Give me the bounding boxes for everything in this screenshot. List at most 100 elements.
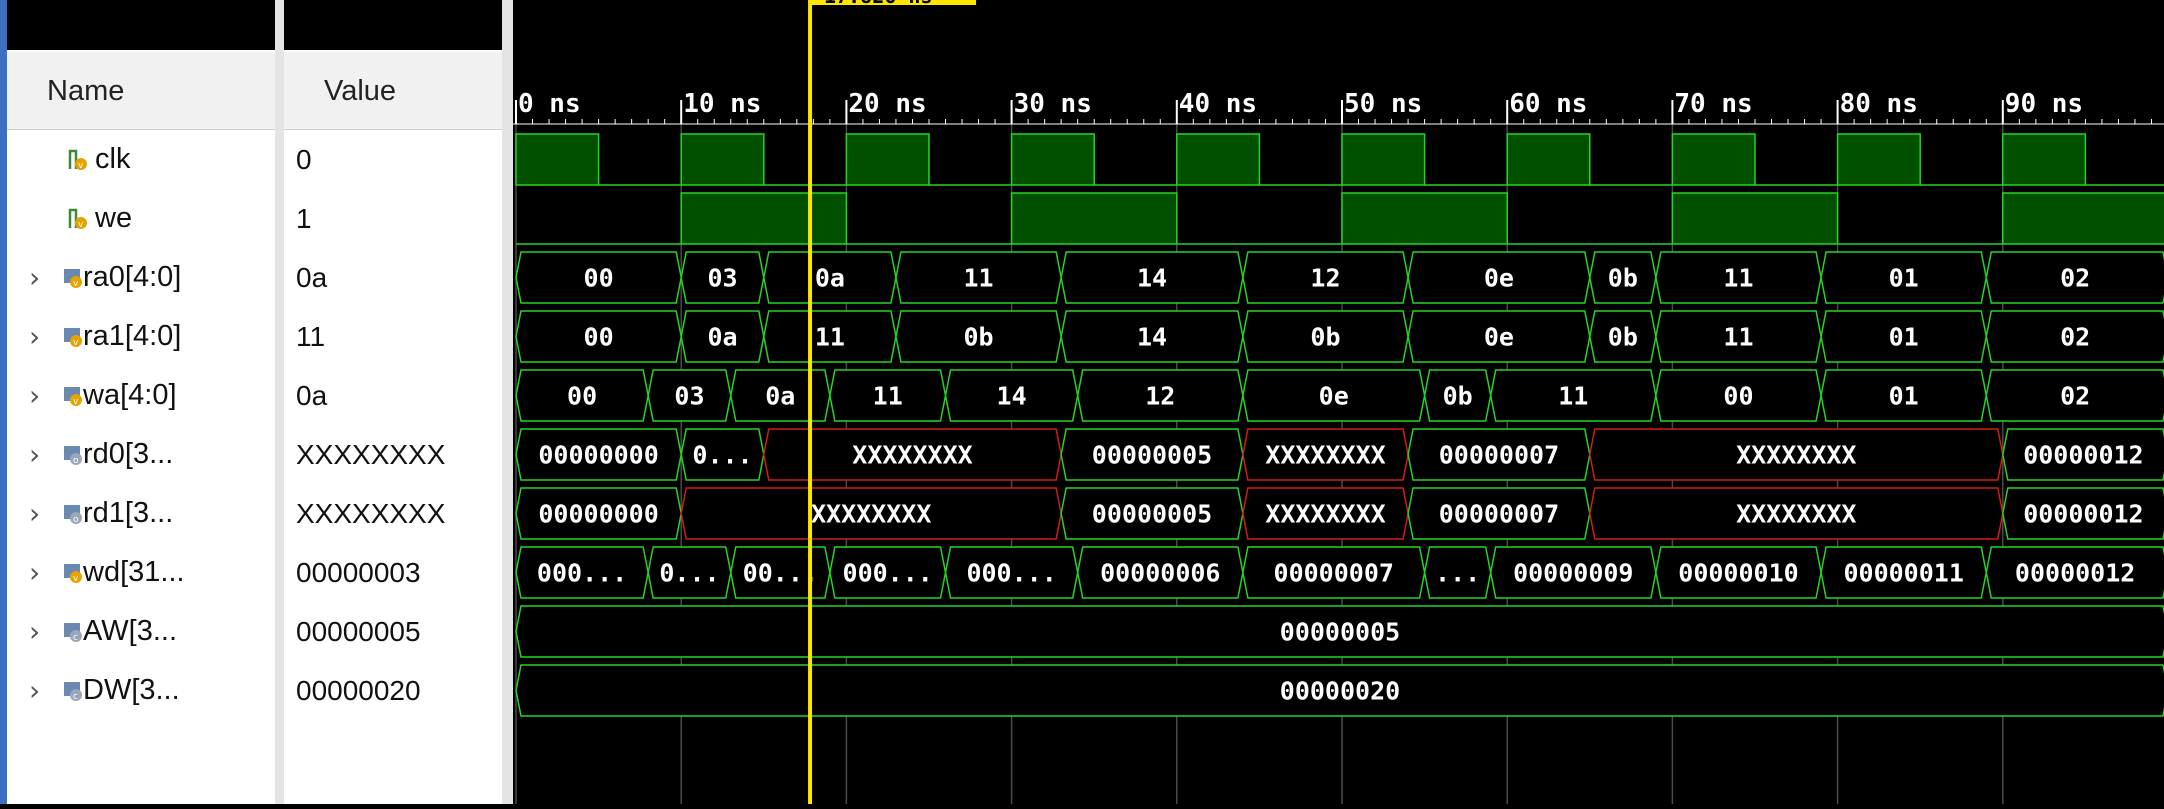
column-splitter[interactable]: [275, 0, 284, 804]
bus-value-label: 000...: [966, 559, 1056, 588]
signal-value: XXXXXXXX: [296, 498, 446, 529]
expand-chevron-icon[interactable]: ›: [29, 484, 49, 543]
expand-chevron-icon[interactable]: ›: [29, 425, 49, 484]
waveform-dw3[interactable]: 00000020: [515, 664, 2164, 717]
signal-row-clk[interactable]: v clk: [7, 130, 275, 189]
bus-out-icon: o: [64, 505, 82, 525]
signal-row-aw3[interactable]: › c AW[3...: [7, 602, 275, 661]
bus-signal-icon: v: [64, 328, 82, 348]
time-label: 90 ns: [2005, 89, 2083, 119]
signal-row-ra140[interactable]: › v ra1[4:0]: [7, 307, 275, 366]
bus-value-label: XXXXXXXX: [1736, 441, 1856, 470]
cursor-time-label: 17.826 ns: [824, 0, 932, 8]
high-pulse: [680, 192, 848, 245]
bus-value-label: 0e: [1319, 382, 1349, 411]
bus-signal-icon: v: [64, 387, 82, 407]
expand-chevron-icon[interactable]: ›: [29, 602, 49, 661]
signal-row-rd13[interactable]: › o rd1[3...: [7, 484, 275, 543]
bus-value-label: 00000020: [1280, 677, 1400, 706]
svg-text:v: v: [73, 338, 79, 348]
waveform-wd31[interactable]: 000... 0... 00... 000... 000... 00000006 00000…: [515, 546, 2164, 599]
waveform-canvas[interactable]: 0 ns 10 ns 20 ns 30 ns 40 ns 50 ns 60 ns 70 ns 8…: [513, 0, 2164, 804]
svg-text:v: v: [73, 279, 79, 289]
bit-signal-icon: v: [68, 149, 87, 171]
signal-row-we[interactable]: v we: [7, 189, 275, 248]
waveform-aw3[interactable]: 00000005: [515, 605, 2164, 658]
expand-chevron-icon[interactable]: ›: [29, 248, 49, 307]
signal-name: clk: [95, 143, 131, 175]
signal-name: rd1[3...: [83, 497, 174, 529]
time-label: 40 ns: [1179, 89, 1257, 119]
bus-value-label: XXXXXXXX: [852, 441, 972, 470]
bus-value-label: XXXXXXXX: [1265, 441, 1385, 470]
waveform-we[interactable]: [516, 192, 2164, 245]
waveform-clk[interactable]: [515, 133, 2164, 186]
bus-value-label: XXXXXXXX: [1265, 500, 1385, 529]
waveform-ra040[interactable]: 00 03 0a 11 14 12 0e 0b 11 01 02: [515, 251, 2164, 304]
bus-value-label: 0b: [1608, 264, 1638, 293]
bus-value-label: 0...: [692, 441, 752, 470]
signal-row-dw3[interactable]: › c DW[3...: [7, 661, 275, 720]
time-label: 10 ns: [683, 89, 761, 119]
svg-text:c: c: [73, 692, 78, 702]
bus-value-label: 00000005: [1280, 618, 1400, 647]
signal-name: AW[3...: [83, 615, 177, 647]
bus-value-label: 02: [2060, 323, 2090, 352]
bus-value-label: 0a: [815, 264, 845, 293]
pane-splitter[interactable]: [502, 0, 513, 804]
svg-text:v: v: [78, 220, 84, 230]
time-label: 0 ns: [518, 89, 581, 119]
signal-row-wa40[interactable]: › v wa[4:0]: [7, 366, 275, 425]
high-pulse: [1341, 133, 1426, 186]
bus-value-label: 12: [1145, 382, 1175, 411]
signal-row-rd03[interactable]: › o rd0[3...: [7, 425, 275, 484]
waveform-wa40[interactable]: 00 03 0a 11 14 12 0e 0b 11 00 01 02: [515, 369, 2164, 422]
bus-value-label: XXXXXXXX: [1736, 500, 1856, 529]
time-label: 20 ns: [848, 89, 926, 119]
value-column-header[interactable]: Value: [284, 52, 502, 130]
bus-value-label: 11: [1723, 264, 1753, 293]
bus-signal-icon: v: [64, 564, 82, 584]
high-pulse: [515, 133, 600, 186]
bus-value-label: 00: [567, 382, 597, 411]
bus-value-label: 000...: [537, 559, 627, 588]
svg-text:o: o: [73, 515, 79, 525]
bus-value-label: 11: [1558, 382, 1588, 411]
bus-value-label: 11: [873, 382, 903, 411]
expand-chevron-icon[interactable]: ›: [29, 543, 49, 602]
bus-value-label: XXXXXXXX: [811, 500, 931, 529]
time-label: 70 ns: [1674, 89, 1752, 119]
bus-value-label: 11: [1723, 323, 1753, 352]
high-pulse: [2002, 133, 2087, 186]
bus-value-label: 02: [2060, 264, 2090, 293]
bus-value-label: 00000012: [2023, 500, 2143, 529]
expand-chevron-icon[interactable]: ›: [29, 307, 49, 366]
bus-value-label: 00: [1723, 382, 1753, 411]
bus-value-label: 11: [964, 264, 994, 293]
signal-value: 1: [296, 203, 312, 234]
expand-chevron-icon[interactable]: ›: [29, 366, 49, 425]
svg-text:v: v: [73, 397, 79, 407]
bus-value-label: 00000009: [1513, 559, 1633, 588]
waveform-ra140[interactable]: 00 0a 11 0b 14 0b 0e 0b 11 01 02: [515, 310, 2164, 363]
time-label: 50 ns: [1344, 89, 1422, 119]
signal-row-ra040[interactable]: › v ra0[4:0]: [7, 248, 275, 307]
bus-value-label: 11: [815, 323, 845, 352]
bus-value-label: 0a: [765, 382, 795, 411]
high-pulse: [2002, 192, 2164, 245]
name-column-header[interactable]: Name: [7, 52, 275, 130]
bus-value-label: 00000011: [1843, 559, 1963, 588]
waveform-viewer[interactable]: 0 ns 10 ns 20 ns 30 ns 40 ns 50 ns 60 ns 70 ns 8…: [513, 0, 2164, 804]
high-pulse: [845, 133, 930, 186]
bus-value-label: 000...: [843, 559, 933, 588]
high-pulse: [1341, 192, 1508, 245]
waveform-rd03[interactable]: 00000000 0... XXXXXXXX 00000005 XXXXXXXX 0000…: [515, 428, 2164, 481]
expand-chevron-icon[interactable]: ›: [29, 661, 49, 720]
high-pulse: [1671, 192, 1839, 245]
high-pulse: [1836, 133, 1921, 186]
bus-value-label: 00...: [743, 559, 818, 588]
signal-name: rd0[3...: [83, 438, 174, 470]
waveform-rd13[interactable]: 00000000 XXXXXXXX 00000005 XXXXXXXX 00000007…: [515, 487, 2164, 540]
signal-value: XXXXXXXX: [296, 439, 446, 470]
signal-row-wd31[interactable]: › v wd[31...: [7, 543, 275, 602]
